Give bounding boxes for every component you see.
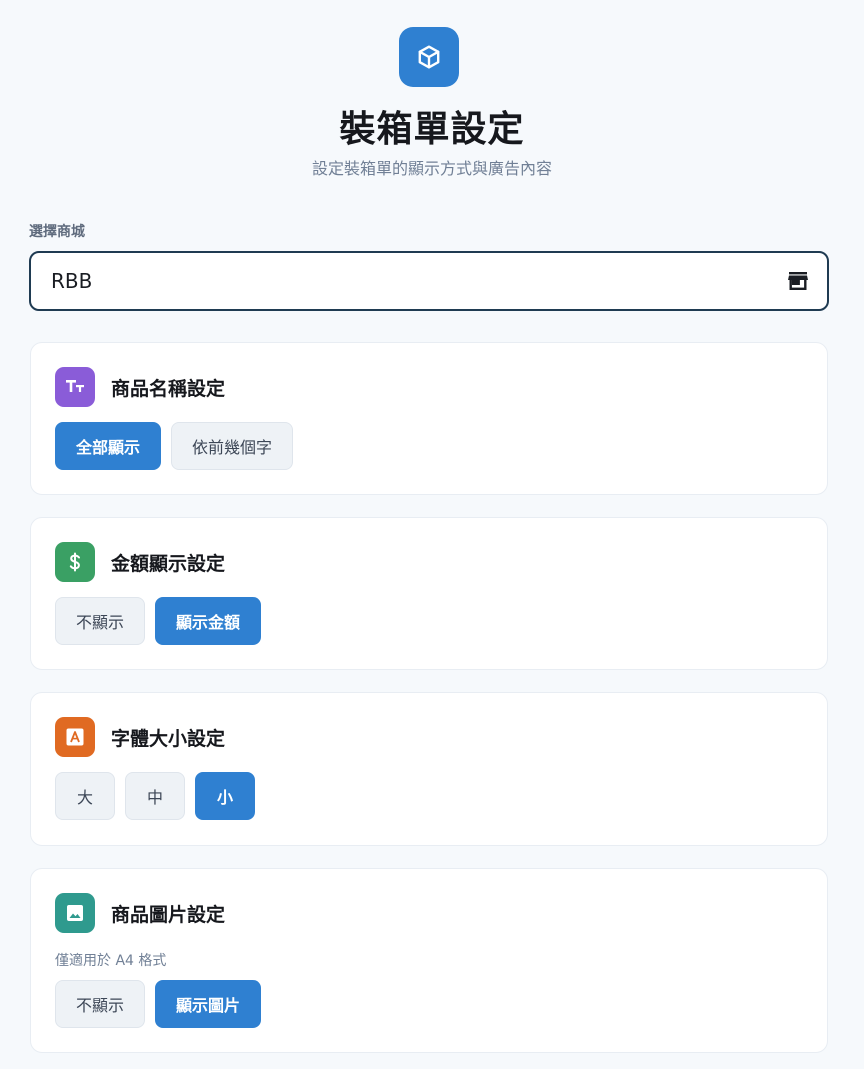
first-n-chars-button[interactable]: 依前幾個字 (171, 422, 294, 470)
product-name-settings-card: 商品名稱設定 全部顯示 依前幾個字 (30, 342, 828, 495)
dollar-icon (55, 542, 95, 582)
store-select-value: RBB (51, 269, 93, 293)
product-image-settings-title: 商品圖片設定 (111, 903, 226, 926)
font-size-small-button[interactable]: 小 (195, 772, 255, 820)
product-name-settings-title: 商品名稱設定 (111, 377, 226, 400)
store-icon (787, 271, 809, 291)
font-size-large-button[interactable]: 大 (55, 772, 115, 820)
page-subtitle: 設定裝箱單的顯示方式與廣告內容 (311, 159, 552, 178)
hide-amount-button[interactable]: 不顯示 (55, 597, 146, 645)
packing-slip-settings-page: 裝箱單設定 設定裝箱單的顯示方式與廣告內容 選擇商城 RBB 商品名稱設定 全部… (0, 0, 864, 1069)
font-icon (55, 717, 95, 757)
show-image-button[interactable]: 顯示圖片 (155, 980, 262, 1028)
amount-display-settings-title: 金額顯示設定 (111, 552, 226, 575)
amount-display-settings-card: 金額顯示設定 不顯示 顯示金額 (30, 517, 828, 670)
font-size-settings-title: 字體大小設定 (111, 727, 226, 750)
font-size-settings-card: 字體大小設定 大 中 小 (30, 692, 828, 846)
font-size-medium-button[interactable]: 中 (125, 772, 185, 820)
image-icon (55, 893, 95, 933)
show-amount-button[interactable]: 顯示金額 (155, 597, 262, 645)
store-select[interactable]: RBB (29, 251, 829, 311)
hide-image-button[interactable]: 不顯示 (55, 980, 146, 1028)
box-icon (399, 27, 459, 87)
page-title: 裝箱單設定 (339, 109, 525, 150)
product-image-settings-card: 商品圖片設定 僅適用於 A4 格式 不顯示 顯示圖片 (30, 868, 828, 1053)
store-select-label: 選擇商城 (29, 224, 85, 240)
a4-only-note: 僅適用於 A4 格式 (55, 953, 167, 969)
text-size-icon (55, 367, 95, 407)
show-all-name-button[interactable]: 全部顯示 (55, 422, 162, 470)
